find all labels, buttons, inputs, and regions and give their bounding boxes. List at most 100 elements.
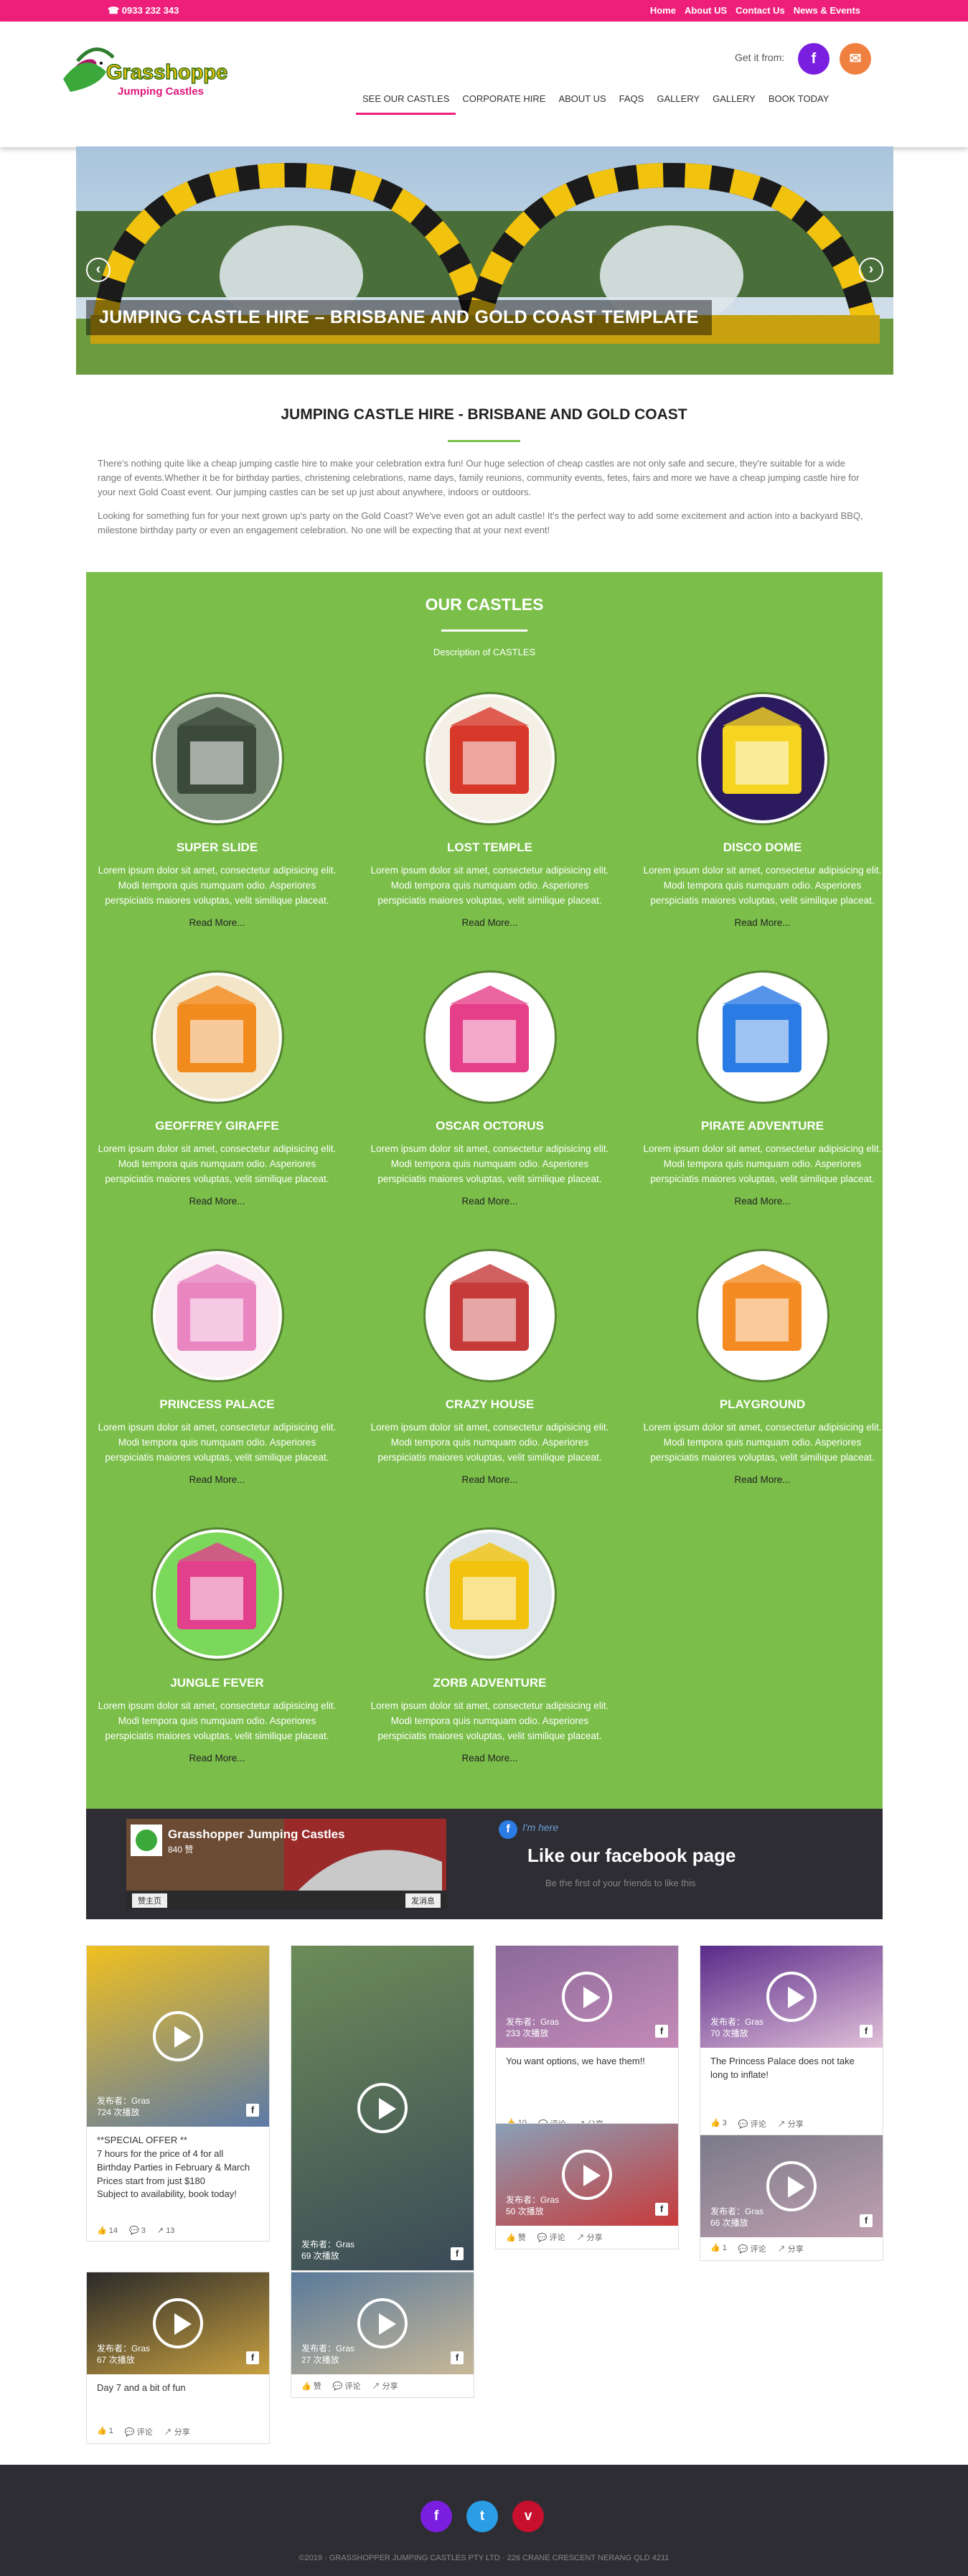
- read-more-link[interactable]: Read More...: [639, 1196, 886, 1207]
- castle-description: Lorem ipsum dolor sit amet, consectetur …: [370, 1422, 609, 1463]
- facebook-post: 发布者：Gras 27 次播放 f 👍 赞 💬 评论 ↗ 分享: [291, 2272, 474, 2398]
- read-more-link[interactable]: Read More...: [93, 917, 341, 928]
- read-more-link[interactable]: Read More...: [366, 1753, 614, 1764]
- footer-twitter-icon[interactable]: t: [466, 2501, 498, 2532]
- post-actions: 👍 14 💬 3 ↗ 13: [87, 2220, 269, 2241]
- site-logo[interactable]: Grasshopper Jumping Castles: [56, 36, 236, 115]
- top-link-contact[interactable]: Contact Us: [736, 5, 785, 16]
- read-more-link[interactable]: Read More...: [639, 917, 886, 928]
- comment-action[interactable]: 💬 评论: [537, 2231, 565, 2243]
- comment-action[interactable]: 💬 评论: [125, 2426, 153, 2437]
- castle-image[interactable]: [152, 973, 282, 1102]
- like-action[interactable]: 👍 赞: [301, 2380, 321, 2392]
- nav-faqs[interactable]: FAQS: [613, 79, 651, 115]
- video-publisher: 发布者：Gras: [506, 2016, 560, 2027]
- castle-name: GEOFFREY GIRAFFE: [155, 1119, 279, 1133]
- post-video[interactable]: 发布者：Gras 66 次播放 f: [700, 2135, 883, 2237]
- nav-corporate-hire[interactable]: CORPORATE HIRE: [456, 79, 552, 115]
- like-action[interactable]: 👍 3: [710, 2118, 727, 2130]
- email-icon[interactable]: ✉: [840, 43, 871, 75]
- nav-gallery-2[interactable]: GALLERY: [706, 79, 762, 115]
- fb-like-page-button[interactable]: 赞主页: [132, 1893, 167, 1908]
- comment-action[interactable]: 💬 评论: [333, 2380, 361, 2392]
- post-video[interactable]: 发布者：Gras 50 次播放 f: [496, 2124, 678, 2226]
- post-video[interactable]: 发布者：Gras 67 次播放 f: [87, 2272, 269, 2374]
- footer-vimeo-icon[interactable]: v: [512, 2501, 544, 2532]
- top-link-about[interactable]: About US: [685, 5, 727, 16]
- facebook-icon[interactable]: f: [798, 43, 830, 75]
- video-views: 27 次播放: [301, 2354, 339, 2365]
- share-action[interactable]: ↗ 13: [157, 2226, 175, 2235]
- post-video[interactable]: 发布者：Gras 233 次播放 f: [496, 1946, 678, 2048]
- phone-number[interactable]: ☎ 0933 232 343: [108, 5, 179, 17]
- nav-see-our-castles[interactable]: SEE OUR CASTLES: [356, 79, 456, 115]
- post-video[interactable]: 发布者：Gras 27 次播放 f: [291, 2272, 474, 2374]
- video-views: 50 次播放: [506, 2206, 544, 2216]
- share-action[interactable]: ↗ 分享: [577, 2231, 603, 2243]
- castle-image[interactable]: [697, 973, 827, 1102]
- play-icon[interactable]: [153, 2298, 203, 2348]
- play-icon[interactable]: [153, 2011, 203, 2061]
- castles-description: Description of CASTLES: [433, 647, 536, 657]
- play-icon[interactable]: [357, 2083, 408, 2133]
- comment-action[interactable]: 💬 3: [129, 2226, 146, 2235]
- castle-image[interactable]: [425, 1251, 555, 1380]
- share-action[interactable]: ↗ 分享: [778, 2243, 804, 2254]
- post-actions: 👍 3 💬 评论 ↗ 分享: [700, 2112, 883, 2135]
- like-action[interactable]: 👍 赞: [506, 2231, 526, 2243]
- castle-image[interactable]: [425, 973, 555, 1102]
- comment-action[interactable]: 💬 评论: [738, 2243, 766, 2254]
- post-video[interactable]: 发布者：Gras 724 次播放 f: [87, 1946, 269, 2127]
- castle-name: PLAYGROUND: [719, 1397, 806, 1411]
- play-icon[interactable]: [357, 2298, 408, 2348]
- slider-next-button[interactable]: ›: [859, 258, 883, 282]
- like-action[interactable]: 👍 1: [710, 2243, 727, 2254]
- video-meta: 发布者：Gras 66 次播放: [710, 2206, 763, 2229]
- like-action[interactable]: 👍 1: [97, 2426, 113, 2437]
- fb-page-name[interactable]: Grasshopper Jumping Castles: [168, 1827, 345, 1842]
- comment-action[interactable]: 💬 评论: [738, 2118, 766, 2130]
- read-more-link[interactable]: Read More...: [93, 1753, 341, 1764]
- share-action[interactable]: ↗ 分享: [164, 2426, 190, 2437]
- read-more-link[interactable]: Read More...: [93, 1196, 341, 1207]
- footer-facebook-icon[interactable]: f: [420, 2501, 452, 2532]
- castle-image[interactable]: [152, 694, 282, 823]
- post-video[interactable]: 发布者：Gras 69 次播放 f: [291, 1946, 474, 2270]
- castles-title: OUR CASTLES: [425, 595, 544, 614]
- castle-image[interactable]: [152, 1530, 282, 1659]
- share-action[interactable]: ↗ 分享: [778, 2118, 804, 2130]
- top-link-home[interactable]: Home: [650, 5, 676, 16]
- castle-image[interactable]: [425, 1530, 555, 1659]
- nav-book-today[interactable]: BOOK TODAY: [762, 79, 836, 115]
- slider-prev-button[interactable]: ‹: [86, 258, 111, 282]
- video-meta: 发布者：Gras 50 次播放: [506, 2194, 559, 2217]
- video-publisher: 发布者：Gras: [97, 2095, 151, 2106]
- castle-description: Lorem ipsum dolor sit amet, consectetur …: [98, 1143, 337, 1184]
- hero-slider[interactable]: ‹ › JUMPING CASTLE HIRE – BRISBANE AND G…: [76, 146, 893, 375]
- play-icon[interactable]: [562, 1972, 612, 2022]
- like-fb-page-heading[interactable]: Like our facebook page: [527, 1845, 736, 1867]
- nav-about-us[interactable]: ABOUT US: [552, 79, 612, 115]
- top-link-news[interactable]: News & Events: [794, 5, 860, 16]
- post-video[interactable]: 发布者：Gras 70 次播放 f: [700, 1946, 883, 2048]
- nav-gallery[interactable]: GALLERY: [650, 79, 706, 115]
- castle-image[interactable]: [425, 694, 555, 823]
- castle-image[interactable]: [697, 694, 827, 823]
- fb-send-message-button[interactable]: 发消息: [405, 1893, 441, 1908]
- share-action[interactable]: ↗ 分享: [372, 2380, 398, 2392]
- read-more-link[interactable]: Read More...: [366, 1196, 614, 1207]
- castle-name: PIRATE ADVENTURE: [701, 1119, 824, 1133]
- castle-image[interactable]: [152, 1251, 282, 1380]
- facebook-page-plugin[interactable]: Grasshopper Jumping Castles 840 赞 赞主页 发消…: [126, 1819, 446, 1909]
- castle-image[interactable]: [697, 1251, 827, 1380]
- read-more-link[interactable]: Read More...: [366, 1474, 614, 1485]
- read-more-link[interactable]: Read More...: [639, 1474, 886, 1485]
- facebook-post: 发布者：Gras 233 次播放 f You want options, we hav…: [495, 1945, 679, 2136]
- site-footer: f t v ©2019 · GRASSHOPPER JUMPING CASTLE…: [0, 2465, 968, 2576]
- read-more-link[interactable]: Read More...: [366, 917, 614, 928]
- play-icon[interactable]: [766, 2161, 817, 2211]
- read-more-link[interactable]: Read More...: [93, 1474, 341, 1485]
- play-icon[interactable]: [562, 2150, 612, 2200]
- play-icon[interactable]: [766, 1972, 817, 2022]
- like-action[interactable]: 👍 14: [97, 2226, 118, 2235]
